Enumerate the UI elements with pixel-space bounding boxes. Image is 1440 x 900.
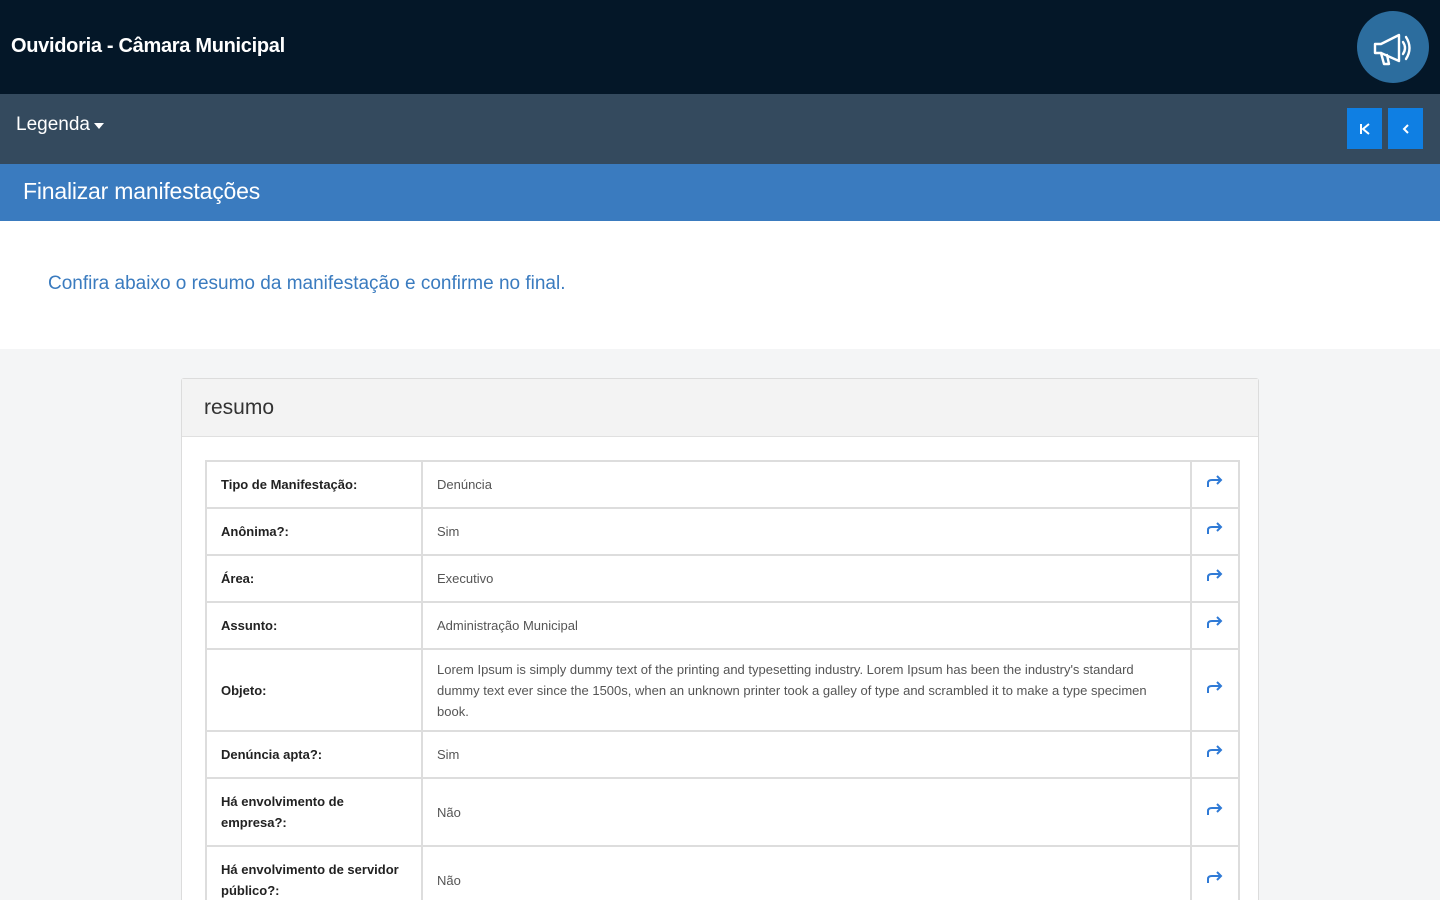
intro-text: Confira abaixo o resumo da manifestação … bbox=[48, 273, 566, 294]
toolbar bbox=[0, 94, 1440, 164]
edit-action-cell bbox=[1190, 601, 1240, 650]
edit-action-cell bbox=[1190, 730, 1240, 779]
table-row: Tipo de Manifestação: Denúncia bbox=[205, 460, 1240, 509]
table-row: Há envolvimento de servidor público?: Nã… bbox=[205, 845, 1240, 900]
table-row: Há envolvimento de empresa?: Não bbox=[205, 777, 1240, 847]
row-label: Denúncia apta?: bbox=[205, 730, 423, 779]
table-row: Denúncia apta?: Sim bbox=[205, 730, 1240, 779]
redo-icon[interactable] bbox=[1206, 522, 1224, 541]
edit-action-cell bbox=[1190, 554, 1240, 603]
redo-icon[interactable] bbox=[1206, 680, 1224, 700]
chevron-left-icon bbox=[1402, 123, 1409, 134]
edit-action-cell bbox=[1190, 507, 1240, 556]
row-label: Objeto: bbox=[205, 648, 423, 732]
edit-action-cell bbox=[1190, 845, 1240, 900]
row-label: Há envolvimento de empresa?: bbox=[205, 777, 423, 847]
redo-icon[interactable] bbox=[1206, 616, 1224, 635]
previous-page-button[interactable] bbox=[1388, 108, 1423, 149]
redo-icon[interactable] bbox=[1206, 745, 1224, 764]
redo-icon[interactable] bbox=[1206, 802, 1224, 822]
legend-label: Legenda bbox=[16, 114, 90, 135]
app-title: Ouvidoria - Câmara Municipal bbox=[11, 35, 285, 57]
row-label: Anônima?: bbox=[205, 507, 423, 556]
row-value: Não bbox=[421, 845, 1192, 900]
redo-icon[interactable] bbox=[1206, 475, 1224, 494]
table-row: Anônima?: Sim bbox=[205, 507, 1240, 556]
summary-table: Tipo de Manifestação: Denúncia Anônima?:… bbox=[205, 460, 1240, 900]
redo-icon[interactable] bbox=[1206, 870, 1224, 890]
row-value: Administração Municipal bbox=[421, 601, 1192, 650]
redo-icon[interactable] bbox=[1206, 569, 1224, 588]
panel-header: resumo bbox=[182, 379, 1258, 437]
first-page-button[interactable] bbox=[1347, 108, 1382, 149]
caret-down-icon bbox=[93, 123, 104, 129]
panel-title: resumo bbox=[204, 396, 275, 419]
summary-panel: resumo Tipo de Manifestação: Denúncia An… bbox=[181, 378, 1259, 900]
row-label: Há envolvimento de servidor público?: bbox=[205, 845, 423, 900]
row-label: Tipo de Manifestação: bbox=[205, 460, 423, 509]
row-value: Sim bbox=[421, 507, 1192, 556]
table-row: Área: Executivo bbox=[205, 554, 1240, 603]
row-value: Não bbox=[421, 777, 1192, 847]
edit-action-cell bbox=[1190, 648, 1240, 732]
row-label: Área: bbox=[205, 554, 423, 603]
megaphone-button[interactable] bbox=[1357, 11, 1429, 83]
edit-action-cell bbox=[1190, 777, 1240, 847]
edit-action-cell bbox=[1190, 460, 1240, 509]
row-value: Lorem Ipsum is simply dummy text of the … bbox=[421, 648, 1192, 732]
section-title: Finalizar manifestações bbox=[23, 178, 261, 204]
table-row: Objeto: Lorem Ipsum is simply dummy text… bbox=[205, 648, 1240, 732]
row-label: Assunto: bbox=[205, 601, 423, 650]
row-value: Sim bbox=[421, 730, 1192, 779]
skip-first-icon bbox=[1359, 122, 1370, 135]
row-value: Denúncia bbox=[421, 460, 1192, 509]
row-value: Executivo bbox=[421, 554, 1192, 603]
table-row: Assunto: Administração Municipal bbox=[205, 601, 1240, 650]
legend-dropdown[interactable]: Legenda bbox=[16, 114, 104, 136]
megaphone-icon bbox=[1373, 33, 1411, 66]
